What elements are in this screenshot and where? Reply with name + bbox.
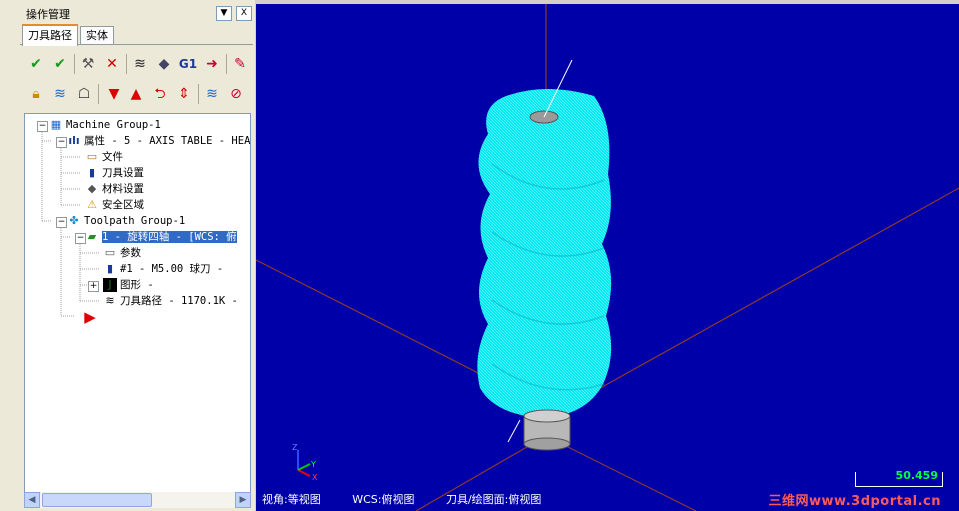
- scroll-left-icon[interactable]: ◀: [24, 492, 40, 508]
- stock-icon: ◆: [87, 182, 97, 195]
- close-button[interactable]: X: [236, 6, 252, 21]
- tree-item-properties[interactable]: ılı 属性 - 5 - AXIS TABLE - HEA: [67, 133, 250, 149]
- operation-folder-icon: ▰: [87, 230, 97, 243]
- toolpath-group-icon: ✤: [69, 214, 79, 227]
- regenerate-dirty-icon[interactable]: ✕: [102, 54, 122, 74]
- ghost-icon[interactable]: ☖: [74, 84, 94, 104]
- move-up-icon[interactable]: ▲: [126, 84, 146, 104]
- operations-tree: − ▦ Machine Group-1 − ılı 属性 - 5 - AXIS TA…: [24, 113, 251, 493]
- wcs-label[interactable]: WCS:俯视图: [352, 493, 414, 506]
- axis-lines: [256, 4, 959, 511]
- view-status: 视角:等视图 WCS:俯视图 刀具/绘图面:俯视图: [262, 491, 569, 507]
- axis-y-label: Y: [310, 460, 316, 469]
- scroll-icon[interactable]: ⇕: [174, 84, 194, 104]
- tree-item-parameters[interactable]: ▭ 参数: [103, 245, 141, 261]
- scroll-right-icon[interactable]: ▶: [235, 492, 251, 508]
- toolpath-group-expander[interactable]: −: [56, 217, 67, 228]
- select-all-ops-icon[interactable]: ✔: [26, 54, 46, 74]
- select-dirty-ops-icon[interactable]: ✔: [50, 54, 70, 74]
- scale-value: 50.459: [895, 469, 938, 482]
- lock-icon[interactable]: 🔒︎: [26, 84, 46, 104]
- tree-item-stock-setup[interactable]: ◆ 材料设置: [85, 181, 144, 197]
- pin-icon[interactable]: ▼: [216, 6, 232, 21]
- operations-manager-panel: 操作管理 ▼ X 刀具路径 实体 ✔ ✔ ⚒ ✕ ≋ ◆ G1 ➜ ✎ 🔒︎ ≋…: [18, 0, 255, 511]
- properties-expander[interactable]: −: [56, 137, 67, 148]
- geometry-expander[interactable]: +: [88, 281, 99, 292]
- g1-post-icon[interactable]: G1: [178, 54, 198, 74]
- tree-item-tool[interactable]: ▮ #1 - M5.00 球刀 -: [103, 261, 223, 277]
- tree-item-operation[interactable]: ▰ 1 - 旋转四轴 - [WCS: 俯: [85, 229, 237, 245]
- scale-indicator: 50.459: [855, 469, 943, 487]
- bottom-fixture: [507, 409, 571, 451]
- parameters-folder-icon: ▭: [104, 246, 116, 259]
- insert-marker-icon: ▶: [84, 308, 96, 326]
- gview-label[interactable]: 视角:等视图: [262, 493, 321, 506]
- tree-horizontal-scrollbar[interactable]: ◀ ▶: [24, 492, 251, 508]
- geometry-icon: J: [103, 278, 117, 292]
- toolpath-body: [477, 89, 612, 418]
- panel-header: 操作管理 ▼ X: [20, 4, 253, 22]
- insert-arrow-icon[interactable]: ⮌: [150, 84, 170, 104]
- post-selected-icon[interactable]: ➜: [202, 54, 222, 74]
- viewport-scene: Y X Z: [256, 4, 959, 511]
- tplane-label[interactable]: 刀具/绘图面:俯视图: [446, 493, 541, 506]
- tree-item-files[interactable]: ▭ 文件: [85, 149, 123, 165]
- axis-z-label: Z: [292, 443, 298, 452]
- warning-icon: ⚠: [87, 198, 97, 211]
- axis-triad: Y X Z: [292, 443, 318, 482]
- clear-icon[interactable]: ⊘: [226, 84, 246, 104]
- panel-tabs: 刀具路径 实体: [20, 24, 253, 46]
- toggle-display-icon[interactable]: ≋: [50, 84, 70, 104]
- move-down-icon[interactable]: ▼: [104, 84, 124, 104]
- properties-icon: ılı: [68, 134, 80, 147]
- tab-toolpaths[interactable]: 刀具路径: [22, 24, 78, 46]
- left-dock-strip: [0, 0, 19, 511]
- folder-icon: ▭: [86, 150, 98, 163]
- tree-item-toolpath[interactable]: ≋ 刀具路径 - 1170.1K -: [103, 293, 237, 309]
- watermark: 三维网www.3dportal.cn: [768, 494, 941, 509]
- machine-group-expander[interactable]: −: [37, 121, 48, 132]
- tool-icon: ▮: [106, 262, 114, 275]
- tab-solids[interactable]: 实体: [80, 26, 114, 44]
- toolbar-row-1: ✔ ✔ ⚒ ✕ ≋ ◆ G1 ➜ ✎: [22, 51, 252, 77]
- tree-item-machine-group[interactable]: ▦ Machine Group-1: [49, 117, 161, 133]
- backplot-icon[interactable]: ≋: [130, 54, 150, 74]
- insert-arrow-marker: ▶: [83, 309, 100, 325]
- scroll-thumb[interactable]: [42, 493, 152, 507]
- tree-item-tool-settings[interactable]: ▮ 刀具设置: [85, 165, 144, 181]
- tool-settings-icon: ▮: [88, 166, 96, 179]
- highfeed-icon[interactable]: ✎: [230, 54, 250, 74]
- toolpath-icon: ≋: [105, 294, 115, 307]
- axis-x-label: X: [312, 473, 318, 482]
- verify-icon[interactable]: ◆: [154, 54, 174, 74]
- tree-item-toolpath-group[interactable]: ✤ Toolpath Group-1: [67, 213, 185, 229]
- toolbar-row-2: 🔒︎ ≋ ☖ ▼ ▲ ⮌ ⇕ ≋ ⊘: [22, 81, 252, 107]
- panel-title: 操作管理: [26, 8, 70, 21]
- machine-group-icon: ▦: [50, 118, 62, 131]
- help-icon[interactable]: ≋: [202, 84, 222, 104]
- tree-item-geometry[interactable]: J 图形 -: [103, 277, 154, 293]
- regenerate-icon[interactable]: ⚒: [78, 54, 98, 74]
- graphics-viewport[interactable]: Y X Z 视角:等视图 WCS:俯视图 刀具/绘图面:俯视图 50.459 三…: [256, 4, 959, 511]
- tree-item-safety-zone[interactable]: ⚠ 安全区域: [85, 197, 144, 213]
